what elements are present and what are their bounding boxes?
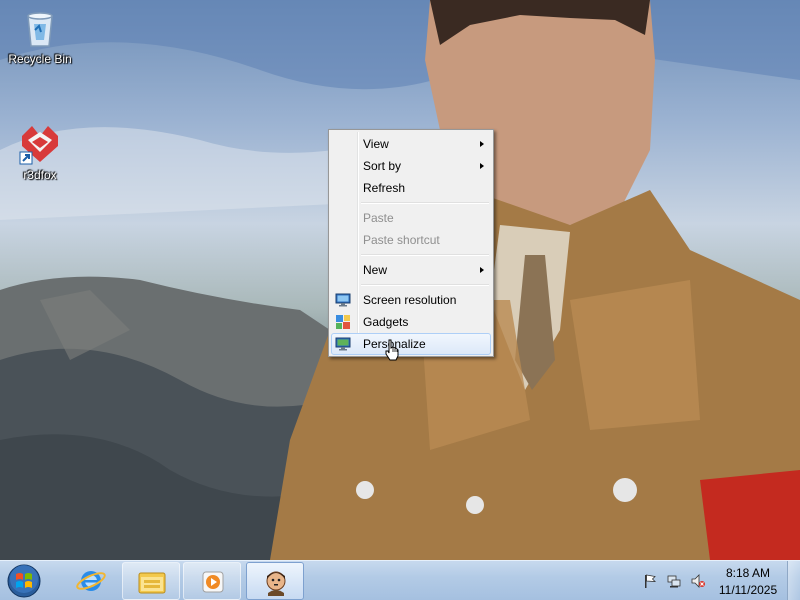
action-center-flag-icon[interactable] <box>642 573 658 589</box>
menu-item-paste-shortcut: Paste shortcut <box>331 229 491 251</box>
menu-item-refresh[interactable]: Refresh <box>331 177 491 199</box>
menu-item-screen-resolution[interactable]: Screen resolution <box>331 289 491 311</box>
gadgets-icon <box>335 314 351 330</box>
menu-item-label: Gadgets <box>363 315 409 329</box>
menu-item-label: Screen resolution <box>363 293 457 307</box>
menu-item-label: Sort by <box>363 159 402 173</box>
desktop-icon-r3dfox[interactable]: r3dfox <box>2 122 78 182</box>
menu-separator <box>331 281 491 289</box>
menu-item-new[interactable]: New <box>331 259 491 281</box>
network-icon[interactable] <box>666 573 682 589</box>
r3dfox-icon <box>18 122 62 166</box>
clock-time[interactable]: 8:18 AM <box>710 566 786 580</box>
windows-explorer-icon <box>138 572 166 594</box>
menu-item-label: New <box>363 263 388 277</box>
taskbar-media-player-button[interactable] <box>183 562 241 600</box>
taskbar-internet-explorer-button[interactable] <box>62 562 120 600</box>
volume-muted-icon[interactable] <box>690 573 706 589</box>
desktop-icon-label: r3dfox <box>23 168 57 182</box>
menu-item-label: View <box>363 137 389 151</box>
submenu-arrow-icon <box>480 163 484 169</box>
submenu-arrow-icon <box>480 267 484 273</box>
menu-item-sort-by[interactable]: Sort by <box>331 155 491 177</box>
desktop-context-menu: View Sort by Refresh Paste Paste shortcu… <box>328 129 494 357</box>
menu-item-paste: Paste <box>331 207 491 229</box>
taskbar-open-app-button[interactable] <box>246 562 304 600</box>
start-button[interactable] <box>4 562 44 600</box>
menu-item-view[interactable]: View <box>331 133 491 155</box>
desktop-icon-recycle-bin[interactable]: Recycle Bin <box>2 6 78 66</box>
hand-pointer-cursor-icon <box>385 339 399 361</box>
app-portrait-icon <box>266 571 286 596</box>
media-player-icon <box>202 571 224 593</box>
screen-resolution-icon <box>335 292 351 308</box>
menu-separator <box>331 199 491 207</box>
taskbar-windows-explorer-button[interactable] <box>122 562 180 600</box>
menu-item-gadgets[interactable]: Gadgets <box>331 311 491 333</box>
clock-date[interactable]: 11/11/2025 <box>710 583 786 597</box>
desktop-icon-label: Recycle Bin <box>8 52 72 66</box>
show-desktop-button[interactable] <box>787 561 800 600</box>
menu-separator <box>331 251 491 259</box>
recycle-bin-icon <box>18 6 62 50</box>
personalize-icon <box>335 336 351 352</box>
menu-item-personalize[interactable]: Personalize <box>331 333 491 355</box>
start-orb-icon <box>7 564 41 598</box>
menu-item-label: Refresh <box>363 181 406 195</box>
menu-item-label: Paste <box>363 211 394 225</box>
taskbar: 8:18 AM 11/11/2025 <box>0 560 800 600</box>
internet-explorer-icon <box>76 571 106 591</box>
menu-item-label: Paste shortcut <box>363 233 440 247</box>
submenu-arrow-icon <box>480 141 484 147</box>
